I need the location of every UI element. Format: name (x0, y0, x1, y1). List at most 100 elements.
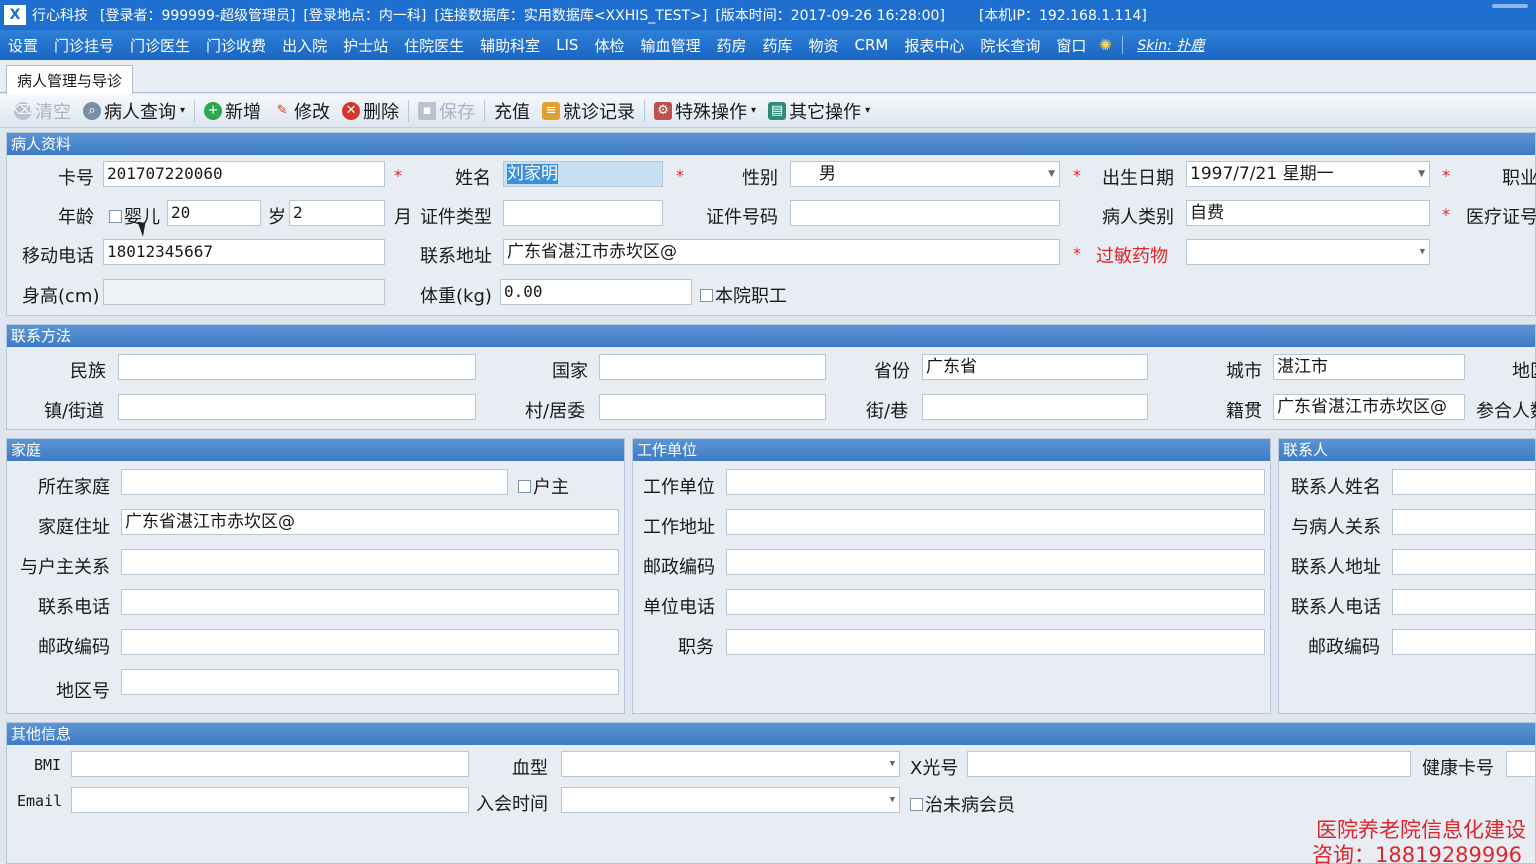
add-button[interactable]: + 新增 (198, 98, 267, 124)
trash-icon: ⌫ (13, 101, 33, 120)
work-phone-input[interactable] (726, 589, 1265, 615)
cured-member-checkbox[interactable]: 治未病会员 (910, 791, 1015, 817)
family-phone-input[interactable] (121, 589, 619, 615)
contact-relation-input[interactable] (1392, 509, 1536, 535)
menu-outpatient-register[interactable]: 门诊挂号 (46, 35, 122, 56)
age-years-input[interactable]: 20 (167, 200, 261, 226)
province-input[interactable]: 广东省 (922, 354, 1148, 380)
menu-inpatient-doctor[interactable]: 住院医生 (396, 35, 472, 56)
card-no-input[interactable]: 201707220060 (103, 161, 385, 187)
contact-name-input[interactable] (1392, 469, 1536, 495)
native-input[interactable]: 广东省湛江市赤坎区@ (1273, 394, 1465, 420)
menu-nurse-station[interactable]: 护士站 (335, 35, 396, 56)
household-head-checkbox[interactable]: 户主 (518, 473, 569, 499)
database-info: [连接数据库：实用数据库<XXHIS_TEST>] (434, 8, 708, 24)
address-input[interactable]: 广东省湛江市赤坎区@ (503, 239, 1060, 265)
menu-window[interactable]: 窗口 (1048, 35, 1094, 56)
checkbox-box (109, 209, 122, 223)
contact-address-input[interactable] (1392, 549, 1536, 575)
work-unit-input[interactable] (726, 469, 1265, 495)
home-input[interactable] (121, 469, 508, 495)
age-months-input[interactable]: 2 (289, 200, 385, 226)
delete-button[interactable]: ✕ 删除 (336, 98, 405, 124)
clear-button[interactable]: ⌫ 清空 (8, 98, 77, 124)
duty-input[interactable] (726, 629, 1265, 655)
other-ops-button[interactable]: ▤ 其它操作 ▾ (762, 98, 876, 124)
save-button[interactable]: ▪ 保存 (412, 98, 481, 124)
menu-physical-exam[interactable]: 体检 (586, 35, 632, 56)
menu-outpatient-doctor[interactable]: 门诊医生 (122, 35, 198, 56)
menu-report-center[interactable]: 报表中心 (896, 35, 972, 56)
recharge-button[interactable]: 充值 (488, 98, 536, 124)
visit-record-button[interactable]: ≡ 就诊记录 (536, 98, 641, 124)
tab-strip: 病人管理与导诊 (0, 60, 1536, 94)
patient-query-button[interactable]: ⌕ 病人查询 ▾ (77, 98, 191, 124)
town-input[interactable] (118, 394, 476, 420)
blood-type-label: 血型 (512, 758, 548, 779)
special-ops-button[interactable]: ⚙ 特殊操作 ▾ (648, 98, 762, 124)
save-icon: ▪ (418, 101, 437, 120)
home-address-input[interactable]: 广东省湛江市赤坎区@ (121, 509, 619, 535)
xray-no-input[interactable] (967, 751, 1411, 777)
height-label: 身高(cm) (22, 286, 100, 307)
bmi-input[interactable] (71, 751, 469, 777)
menu-auxiliary[interactable]: 辅助科室 (472, 35, 548, 56)
window-controls[interactable] (1492, 4, 1528, 8)
city-input[interactable]: 湛江市 (1273, 354, 1465, 380)
menu-skin[interactable]: Skin: 扑鹿 (1129, 35, 1212, 55)
blood-type-select[interactable]: ▼ (561, 751, 900, 777)
menu-pharmacy[interactable]: 药房 (708, 35, 754, 56)
recharge-label: 充值 (494, 101, 531, 123)
gender-select[interactable]: 男 ▼ (790, 161, 1060, 187)
contact-zip-input[interactable] (1392, 629, 1536, 655)
menu-settings[interactable]: 设置 (0, 35, 46, 56)
edit-button[interactable]: ✎ 修改 (267, 98, 336, 124)
menu-drug-store[interactable]: 药库 (754, 35, 800, 56)
required-mark: * (1073, 244, 1081, 263)
home-address-label: 家庭住址 (38, 517, 110, 538)
work-phone-label: 单位电话 (643, 597, 715, 618)
menu-admission[interactable]: 出入院 (274, 35, 335, 56)
email-input[interactable] (71, 787, 469, 813)
menu-outpatient-charge[interactable]: 门诊收费 (198, 35, 274, 56)
ethnic-input[interactable] (118, 354, 476, 380)
watermark-line2: 咨询：18819289996 (1312, 843, 1522, 864)
menu-materials[interactable]: 物资 (801, 35, 847, 56)
health-card-input[interactable] (1506, 751, 1536, 777)
country-input[interactable] (599, 354, 826, 380)
join-time-select[interactable]: ▼ (561, 787, 900, 813)
family-zip-input[interactable] (121, 629, 619, 655)
menu-crm[interactable]: CRM (847, 36, 897, 54)
chevron-down-icon: ▼ (1418, 169, 1425, 179)
gear-icon[interactable]: ✺ (1094, 36, 1116, 54)
menu-lis[interactable]: LIS (548, 36, 586, 54)
street-input[interactable] (922, 394, 1148, 420)
menu-director-query[interactable]: 院长查询 (972, 35, 1048, 56)
id-no-input[interactable] (790, 200, 1060, 226)
dob-picker[interactable]: 1997/7/21 星期一 ▼ (1186, 161, 1430, 187)
contact-address-label: 联系人地址 (1291, 557, 1381, 578)
village-input[interactable] (599, 394, 826, 420)
work-address-input[interactable] (726, 509, 1265, 535)
height-input[interactable] (103, 279, 385, 305)
contact-phone-input[interactable] (1392, 589, 1536, 615)
infant-checkbox[interactable]: 婴儿 (109, 203, 160, 229)
dob-value: 1997/7/21 星期一 (1190, 164, 1334, 184)
toolbar-separator (484, 99, 486, 122)
chevron-down-icon: ▾ (751, 105, 757, 116)
village-label: 村/居委 (525, 401, 586, 422)
menu-transfusion[interactable]: 输血管理 (632, 35, 708, 56)
name-input[interactable]: 刘家明 (503, 161, 663, 187)
id-type-select[interactable] (503, 200, 663, 226)
staff-checkbox[interactable]: 本院职工 (700, 282, 787, 308)
tab-patient-management[interactable]: 病人管理与导诊 (6, 65, 134, 94)
head-relation-input[interactable] (121, 549, 619, 575)
mobile-input[interactable]: 18012345667 (103, 239, 385, 265)
category-select[interactable]: 自费 (1186, 200, 1430, 226)
allergy-select[interactable]: ▼ (1186, 239, 1430, 265)
delete-icon: ✕ (342, 101, 361, 120)
gender-label: 性别 (742, 168, 778, 189)
weight-input[interactable]: 0.00 (500, 279, 692, 305)
area-code-input[interactable] (121, 669, 619, 695)
work-zip-input[interactable] (726, 549, 1265, 575)
